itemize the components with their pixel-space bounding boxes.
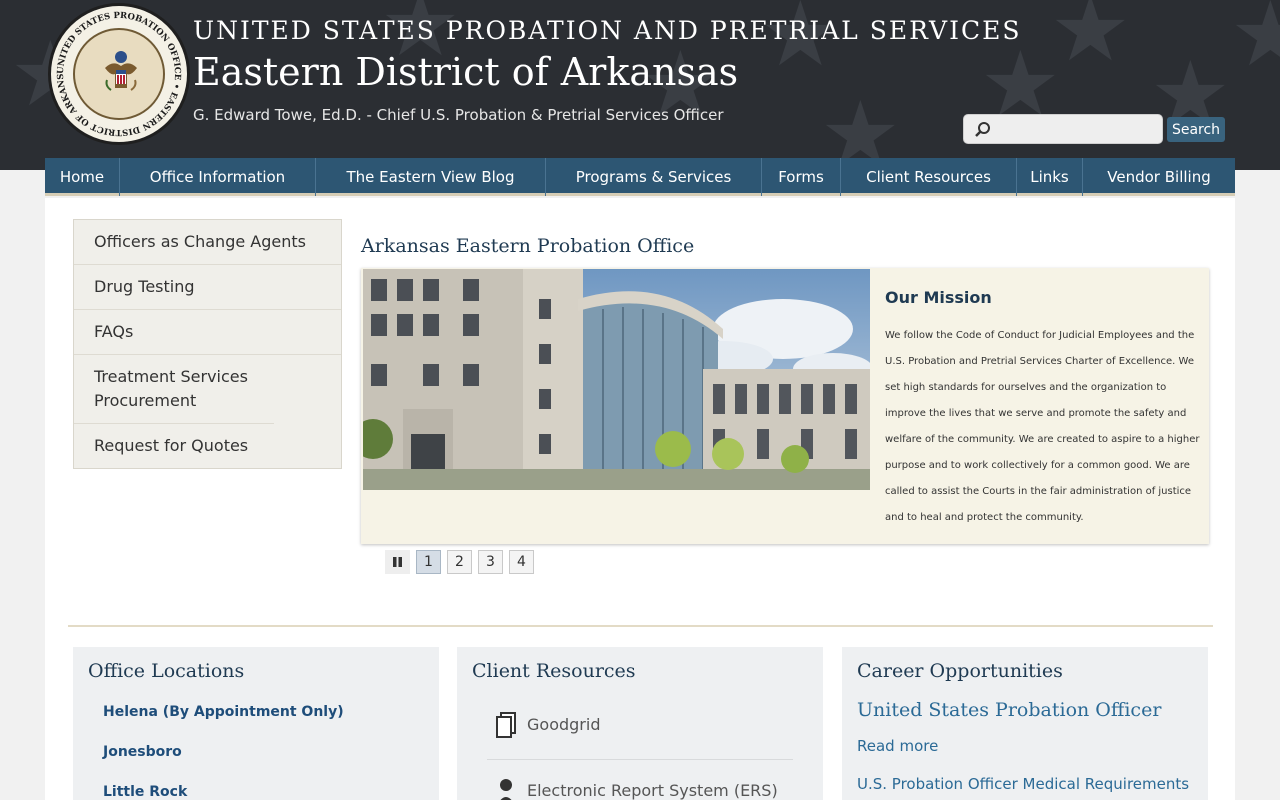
pager-page-2[interactable]: 2: [447, 550, 472, 574]
office-locations-title: Office Locations: [88, 660, 245, 682]
sidebar-item-drug-testing[interactable]: Drug Testing: [74, 265, 341, 310]
resource-link-ers[interactable]: Electronic Report System (ERS): [527, 781, 778, 800]
mission-title: Our Mission: [885, 288, 992, 307]
location-link-jonesboro[interactable]: Jonesboro: [103, 744, 182, 760]
office-locations-card: Office Locations Helena (By Appointment …: [73, 647, 439, 800]
courthouse-photo[interactable]: [363, 269, 870, 490]
nav-item-home[interactable]: Home: [45, 158, 120, 196]
location-link-little-rock[interactable]: Little Rock: [103, 784, 187, 800]
sidebar-item-officers-change-agents[interactable]: Officers as Change Agents: [74, 220, 341, 265]
sidebar-item-treatment-services-procurement[interactable]: Treatment Services Procurement: [74, 355, 274, 424]
medical-requirements-link[interactable]: U.S. Probation Officer Medical Requireme…: [857, 775, 1189, 793]
nav-item-office-information[interactable]: Office Information: [120, 158, 316, 196]
nav-item-vendor-billing[interactable]: Vendor Billing: [1083, 158, 1235, 196]
sidebar-item-request-for-quotes[interactable]: Request for Quotes: [74, 424, 341, 468]
person-icon: [500, 779, 512, 800]
sidebar-item-faqs[interactable]: FAQs: [74, 310, 341, 355]
mission-text: We follow the Code of Conduct for Judici…: [885, 330, 1200, 523]
agency-title: UNITED STATES PROBATION AND PRETRIAL SER…: [193, 16, 1022, 45]
client-resources-title: Client Resources: [472, 660, 636, 682]
page-title: Arkansas Eastern Probation Office: [361, 235, 695, 257]
star-decoration-icon: ★: [1050, 0, 1131, 82]
nav-item-forms[interactable]: Forms: [762, 158, 841, 196]
resource-separator: [487, 759, 793, 760]
pager-page-4[interactable]: 4: [509, 550, 534, 574]
nav-item-client-resources[interactable]: Client Resources: [841, 158, 1017, 196]
location-link-helena[interactable]: Helena (By Appointment Only): [103, 704, 344, 720]
nav-item-links[interactable]: Links: [1017, 158, 1083, 196]
client-resources-card: Client Resources Goodgrid Electronic Rep…: [457, 647, 823, 800]
courthouse-image: [363, 269, 870, 490]
read-more-link[interactable]: Read more: [857, 737, 938, 755]
pager-page-1[interactable]: 1: [416, 550, 441, 574]
chief-officer-subtitle: G. Edward Towe, Ed.D. - Chief U.S. Proba…: [193, 106, 724, 124]
job-title-link[interactable]: United States Probation Officer: [857, 699, 1161, 721]
seal-icon[interactable]: UNITED STATES PROBATION OFFICE • EASTERN…: [48, 3, 190, 145]
search-input[interactable]: [998, 119, 1158, 139]
content-panel: Officers as Change Agents Drug Testing F…: [45, 198, 1235, 800]
site-title[interactable]: Eastern District of Arkansas: [193, 50, 738, 94]
main-nav: Home Office Information The Eastern View…: [45, 158, 1235, 196]
career-opportunities-card: Career Opportunities United States Proba…: [842, 647, 1208, 800]
search-icon: [975, 122, 990, 137]
pause-icon: [393, 557, 402, 567]
nav-item-programs-services[interactable]: Programs & Services: [546, 158, 762, 196]
career-opportunities-title: Career Opportunities: [857, 660, 1063, 682]
search-field[interactable]: [963, 114, 1163, 144]
nav-item-eastern-view-blog[interactable]: The Eastern View Blog: [316, 158, 546, 196]
search-button[interactable]: Search: [1167, 117, 1225, 142]
slideshow: Our Mission We follow the Code of Conduc…: [361, 268, 1209, 544]
resource-link-goodgrid[interactable]: Goodgrid: [527, 715, 600, 734]
pager-page-3[interactable]: 3: [478, 550, 503, 574]
pause-button[interactable]: [385, 550, 410, 574]
seal-emblem: [73, 28, 165, 120]
star-decoration-icon: ★: [1230, 0, 1280, 87]
slideshow-pager: 1 2 3 4: [385, 550, 540, 574]
sidebar-menu: Officers as Change Agents Drug Testing F…: [73, 219, 342, 469]
eagle-icon: [105, 51, 137, 91]
document-icon: [496, 712, 516, 738]
site-header: ★ ★ ★ ★ ★ ★ ★ ★ ★ UNITED STATES PROBATIO…: [0, 0, 1280, 170]
section-divider: [68, 625, 1213, 627]
